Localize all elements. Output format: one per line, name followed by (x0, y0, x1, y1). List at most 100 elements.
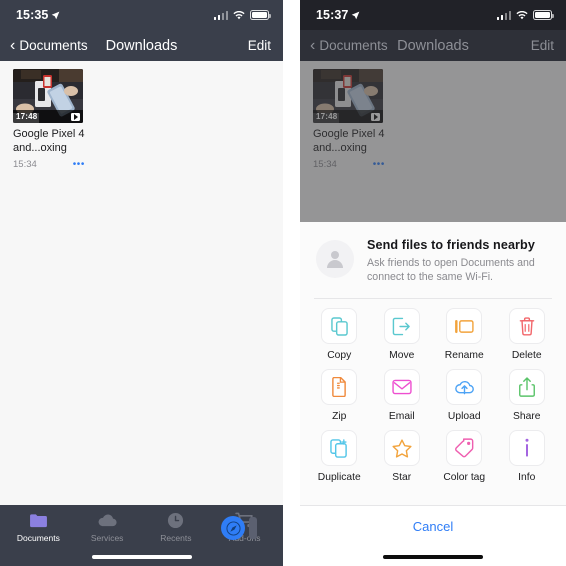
file-more-button[interactable]: ••• (373, 159, 385, 169)
file-name: Google Pixel 4 and...oxing (313, 128, 385, 154)
file-more-button[interactable]: ••• (73, 159, 85, 169)
tab-services-label: Services (90, 533, 124, 543)
email-icon (383, 369, 420, 405)
status-bar-right (213, 10, 271, 20)
back-button-label: Documents (19, 38, 88, 53)
edit-button[interactable]: Edit (248, 38, 271, 53)
action-rename[interactable]: Rename (433, 308, 496, 361)
action-row: Zip Email Upload Share (308, 369, 558, 422)
action-copy-label: Copy (327, 350, 352, 361)
navigation-bar: ‹ Documents Downloads Edit (0, 30, 283, 61)
action-rename-label: Rename (444, 350, 484, 361)
file-thumbnail[interactable]: 17:48 (13, 69, 83, 123)
action-delete[interactable]: Delete (496, 308, 559, 361)
status-bar-left: 15:37 (316, 8, 360, 22)
cellular-signal-icon (213, 10, 228, 20)
thumbnail-overlay-bar: 17:48 (313, 110, 383, 123)
trash-icon (508, 308, 545, 344)
upload-cloud-icon (446, 369, 483, 405)
file-grid: 17:48 Google Pixel 4 and...oxing 15:34 •… (300, 61, 566, 222)
file-thumbnail[interactable]: 17:48 (313, 69, 383, 123)
status-bar-left: 15:35 (16, 8, 60, 22)
action-copy[interactable]: Copy (308, 308, 371, 361)
video-duration: 17:48 (16, 112, 38, 121)
file-meta: 15:34 ••• (313, 159, 385, 170)
duplicate-icon (321, 430, 358, 466)
home-indicator (91, 555, 192, 559)
tab-recents[interactable]: Recents (142, 510, 211, 552)
rename-icon (446, 308, 483, 344)
battery-icon (533, 10, 554, 20)
status-bar-clock: 15:37 (316, 8, 349, 22)
action-delete-label: Delete (511, 350, 542, 361)
chevron-left-icon: ‹ (310, 36, 316, 54)
tab-services[interactable]: Services (73, 510, 142, 552)
action-grid: Copy Move Rename Delete Zip Email Upload… (300, 299, 566, 495)
file-card[interactable]: 17:48 Google Pixel 4 and...oxing 15:34 •… (13, 69, 85, 170)
tab-documents[interactable]: Documents (4, 510, 73, 552)
zip-icon (321, 369, 358, 405)
nearby-share-banner[interactable]: Send files to friends nearby Ask friends… (300, 222, 566, 298)
file-timestamp: 15:34 (13, 159, 37, 170)
action-star-label: Star (392, 472, 412, 483)
left-phone-screen: 15:35 ‹ Documents Downloads Edit 17:48 G… (0, 0, 283, 566)
location-arrow-icon (51, 11, 60, 20)
status-bar-right (496, 10, 554, 20)
action-share-label: Share (513, 411, 541, 422)
action-share[interactable]: Share (496, 369, 559, 422)
nearby-share-title: Send files to friends nearby (367, 238, 535, 252)
file-card[interactable]: 17:48 Google Pixel 4 and...oxing 15:34 •… (313, 69, 385, 170)
chevron-left-icon: ‹ (10, 36, 16, 54)
info-icon (508, 430, 545, 466)
file-grid: 17:48 Google Pixel 4 and...oxing 15:34 •… (0, 61, 283, 505)
move-icon (383, 308, 420, 344)
back-button-label: Documents (319, 38, 388, 53)
action-email[interactable]: Email (371, 369, 434, 422)
action-row: Duplicate Star Color tag Info (308, 430, 558, 483)
action-zip[interactable]: Zip (308, 369, 371, 422)
clock-icon (167, 510, 184, 530)
action-duplicate-label: Duplicate (317, 472, 361, 483)
action-star[interactable]: Star (371, 430, 434, 483)
copy-icon (321, 308, 358, 344)
browser-shortcut-group (221, 514, 267, 542)
color-tag-icon (446, 430, 483, 466)
cellular-signal-icon (496, 10, 511, 20)
tab-documents-label: Documents (16, 533, 60, 543)
file-name: Google Pixel 4 and...oxing (13, 128, 85, 154)
action-move-label: Move (389, 350, 415, 361)
back-button[interactable]: ‹ Documents (310, 36, 388, 54)
home-indicator (383, 555, 483, 559)
safari-compass-icon[interactable] (221, 516, 245, 540)
right-phone-screen: 15:37 ‹ Documents Downloads Edit 17:48 G… (300, 0, 566, 566)
action-sheet: Send files to friends nearby Ask friends… (300, 222, 566, 566)
wifi-icon (233, 10, 245, 20)
action-upload[interactable]: Upload (433, 369, 496, 422)
navigation-bar: ‹ Documents Downloads Edit (300, 30, 566, 61)
video-play-badge-icon (71, 112, 80, 121)
battery-icon (250, 10, 271, 20)
action-row: Copy Move Rename Delete (308, 308, 558, 361)
wifi-icon (516, 10, 528, 20)
status-bar: 15:37 (300, 0, 566, 30)
video-play-badge-icon (371, 112, 380, 121)
action-email-label: Email (388, 411, 415, 422)
dual-screenshot-container: 15:35 ‹ Documents Downloads Edit 17:48 G… (0, 0, 566, 566)
file-meta: 15:34 ••• (13, 159, 85, 170)
person-avatar-icon (316, 240, 354, 278)
action-duplicate[interactable]: Duplicate (308, 430, 371, 483)
action-color-tag[interactable]: Color tag (433, 430, 496, 483)
action-info-label: Info (518, 472, 536, 483)
location-arrow-icon (351, 11, 360, 20)
back-button[interactable]: ‹ Documents (10, 36, 88, 54)
action-info[interactable]: Info (496, 430, 559, 483)
share-icon (508, 369, 545, 405)
cancel-button[interactable]: Cancel (300, 506, 566, 534)
status-bar-clock: 15:35 (16, 8, 49, 22)
browser-tab-pill[interactable] (249, 517, 257, 539)
action-move[interactable]: Move (371, 308, 434, 361)
tab-bar: Documents Services Recents Add-ons (0, 505, 283, 566)
edit-button[interactable]: Edit (531, 38, 554, 53)
star-icon (383, 430, 420, 466)
nearby-share-text: Send files to friends nearby Ask friends… (367, 238, 552, 284)
